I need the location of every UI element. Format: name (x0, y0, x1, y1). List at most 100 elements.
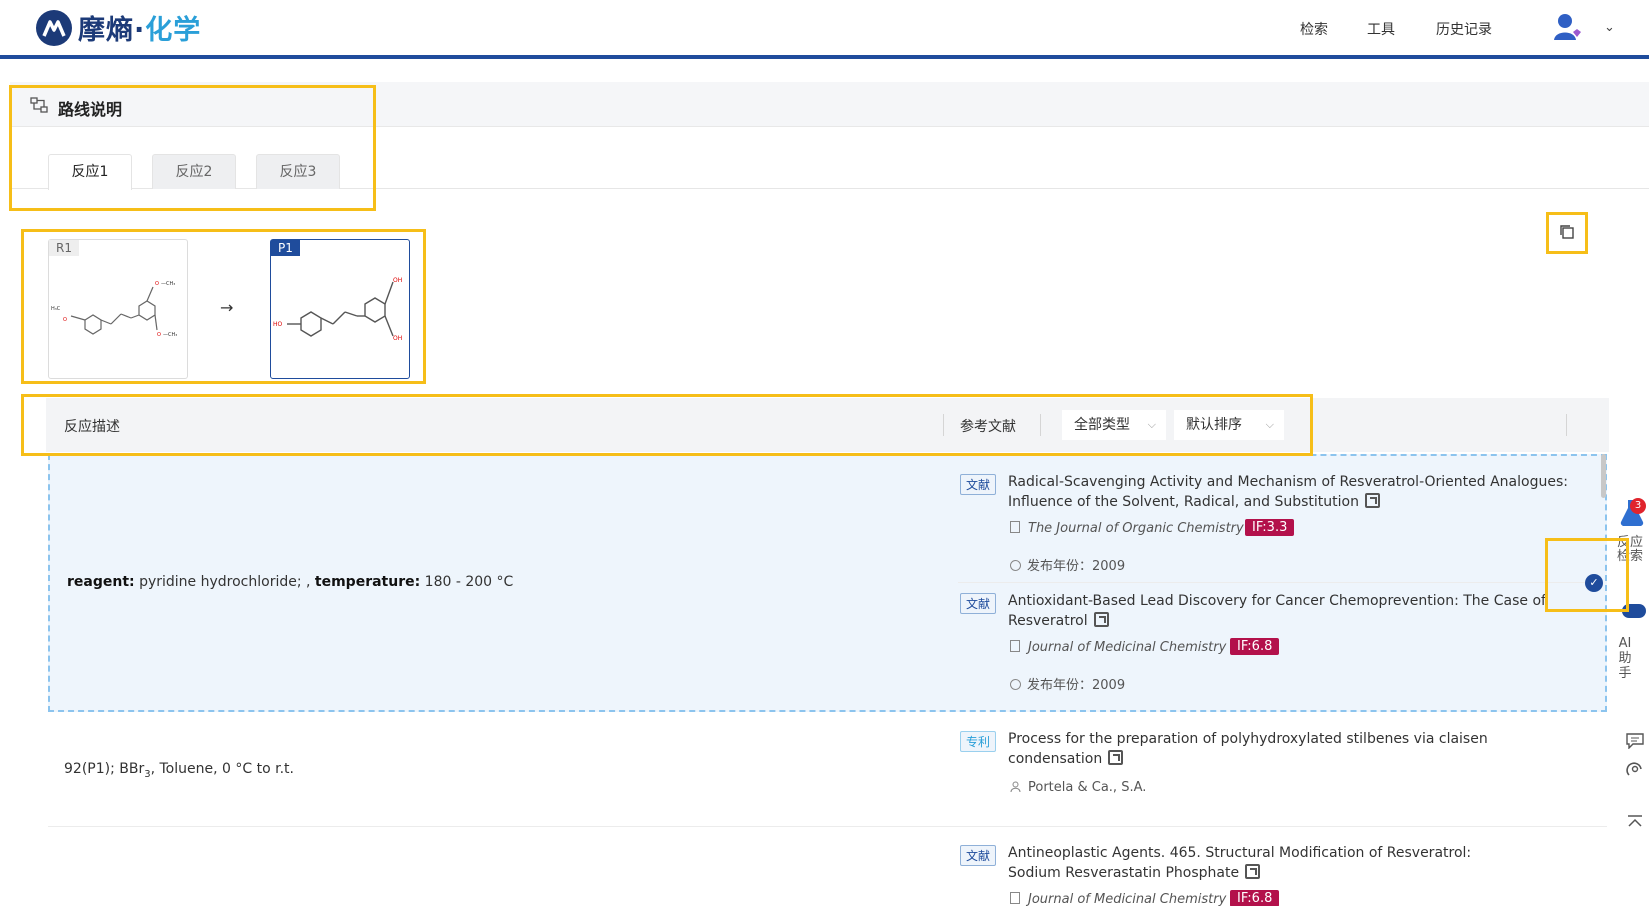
notification-badge: 3 (1630, 498, 1646, 514)
column-reaction-description: 反应描述 (64, 419, 120, 435)
svg-text:OH: OH (393, 277, 402, 284)
ref-type-badge: 文献 (960, 474, 997, 495)
ref-divider (958, 582, 1598, 583)
reactant-structure[interactable]: R1 H₃C O —CH₃ O —CH₃ O (48, 239, 188, 379)
sort-select[interactable]: 默认排序 ⌵ (1174, 410, 1284, 440)
journal-name: Journal of Medicinal Chemistry (1010, 640, 1226, 655)
ref-title-link[interactable]: Radical-Scavenging Activity and Mechanis… (1008, 472, 1568, 512)
product-structure[interactable]: P1 OH OH HO (270, 239, 410, 379)
publish-year: 发布年份：2009 (1010, 674, 1125, 693)
conditions-prefix: 92(P1); BBr (64, 761, 145, 777)
nav-tools[interactable]: 工具 (1367, 19, 1395, 39)
external-link-icon[interactable] (1108, 750, 1124, 765)
journal-text: Journal of Medicinal Chemistry (1028, 892, 1227, 906)
journal-name: The Journal of Organic Chemistry (1010, 521, 1244, 536)
ref-title-link[interactable]: Antineoplastic Agents. 465. Structural M… (1008, 843, 1528, 883)
ref-type-badge: 文献 (960, 593, 997, 614)
reaction-search-label[interactable]: 反应检索 (1611, 536, 1649, 564)
reaction-arrow: → (220, 298, 234, 317)
document-icon (1010, 640, 1020, 652)
brand-name: 摩熵·化学 (78, 8, 201, 47)
chevron-down-icon: ⌵ (1147, 418, 1156, 431)
document-icon (1010, 892, 1020, 904)
reactant-molecule-drawing: H₃C O —CH₃ O —CH₃ O (51, 281, 177, 338)
type-filter-value: 全部类型 (1074, 417, 1130, 433)
brand-logo[interactable]: 摩熵·化学 (36, 8, 201, 47)
journal-text: The Journal of Organic Chemistry (1028, 521, 1244, 536)
support-icon[interactable] (1626, 760, 1644, 782)
ref-title-text: Process for the preparation of polyhydro… (1008, 731, 1488, 767)
tab-reaction-2[interactable]: 反应2 (152, 154, 236, 189)
column-references: 参考文献 (960, 419, 1016, 435)
nav-search[interactable]: 检索 (1300, 19, 1328, 39)
svg-text:—CH₃: —CH₃ (161, 281, 175, 287)
publish-year-value: 2009 (1092, 678, 1126, 693)
reagent-label: reagent: (67, 574, 135, 590)
selected-check-icon[interactable]: ✓ (1585, 574, 1603, 592)
ref-title-link[interactable]: Antioxidant-Based Lead Discovery for Can… (1008, 591, 1568, 631)
impact-factor-badge: IF:3.3 (1245, 519, 1295, 536)
header-divider (943, 414, 944, 436)
scrollbar[interactable] (1601, 454, 1606, 498)
back-to-top-icon[interactable] (1626, 814, 1644, 834)
reactant-tag: R1 (49, 240, 79, 256)
external-link-icon[interactable] (1245, 864, 1261, 879)
publish-year-label: 发布年份： (1027, 559, 1093, 574)
clock-icon (1010, 679, 1021, 690)
svg-text:—CH₃: —CH₃ (163, 332, 177, 338)
brand-dot: · (134, 15, 146, 46)
clock-icon (1010, 560, 1021, 571)
chevron-down-icon[interactable]: ⌄ (1604, 20, 1615, 35)
tab-reaction-3[interactable]: 反应3 (256, 154, 340, 189)
svg-text:HO: HO (273, 321, 283, 328)
brand-name-part1: 摩熵 (78, 15, 134, 46)
temperature-value: 180 - 200 °C (420, 574, 514, 590)
assignee-text: Portela & Ca., S.A. (1028, 780, 1147, 795)
external-link-icon[interactable] (1093, 612, 1109, 627)
impact-factor-badge: IF:6.8 (1230, 638, 1280, 655)
person-icon (1010, 781, 1021, 793)
ref-title-link[interactable]: Process for the preparation of polyhydro… (1008, 729, 1508, 769)
svg-text:OH: OH (393, 335, 402, 342)
user-avatar-icon[interactable] (1553, 12, 1583, 42)
svg-text:O: O (157, 332, 161, 338)
product-molecule-drawing: OH OH HO (273, 277, 402, 342)
reaction-conditions: 92(P1); BBr3, Toluene, 0 °C to r.t. (64, 761, 294, 780)
journal-text: Journal of Medicinal Chemistry (1028, 640, 1227, 655)
row-divider (48, 826, 1607, 827)
route-title: 路线说明 (58, 100, 123, 119)
copy-button[interactable] (1553, 218, 1581, 246)
svg-text:O: O (155, 281, 159, 287)
ref-title-text: Antineoplastic Agents. 465. Structural M… (1008, 845, 1472, 881)
tab-reaction-1[interactable]: 反应1 (48, 154, 132, 190)
type-filter-select[interactable]: 全部类型 ⌵ (1062, 410, 1166, 440)
external-link-icon[interactable] (1364, 493, 1380, 508)
ai-assistant-label[interactable]: AI助手 (1613, 636, 1637, 681)
product-tag: P1 (271, 240, 300, 256)
ai-assistant-icon[interactable] (1622, 604, 1646, 618)
publish-year-label: 发布年份： (1027, 678, 1093, 693)
journal-name: Journal of Medicinal Chemistry (1010, 892, 1226, 906)
chevron-down-icon: ⌵ (1265, 418, 1274, 431)
header-divider (1566, 414, 1567, 436)
sort-value: 默认排序 (1186, 417, 1242, 433)
header-divider (1040, 414, 1041, 436)
nav-divider (0, 55, 1649, 59)
reaction-conditions: reagent: pyridine hydrochloride; , tempe… (67, 574, 513, 590)
ref-type-badge: 专利 (960, 731, 997, 752)
patent-assignee: Portela & Ca., S.A. (1010, 780, 1146, 795)
feedback-icon[interactable] (1626, 733, 1644, 753)
brand-name-part2: 化学 (145, 15, 202, 46)
publish-year-value: 2009 (1092, 559, 1126, 574)
ref-title-text: Radical-Scavenging Activity and Mechanis… (1008, 474, 1568, 510)
logo-icon (36, 9, 72, 46)
nav-history[interactable]: 历史记录 (1436, 19, 1492, 39)
ref-type-badge: 文献 (960, 845, 997, 866)
reagent-value: pyridine hydrochloride; , (134, 574, 315, 590)
impact-factor-badge: IF:6.8 (1230, 890, 1280, 906)
route-header (10, 82, 1649, 127)
conditions-suffix: , Toluene, 0 °C to r.t. (150, 761, 294, 777)
svg-text:H₃C: H₃C (51, 306, 61, 312)
route-icon (30, 97, 48, 117)
document-icon (1010, 521, 1020, 533)
